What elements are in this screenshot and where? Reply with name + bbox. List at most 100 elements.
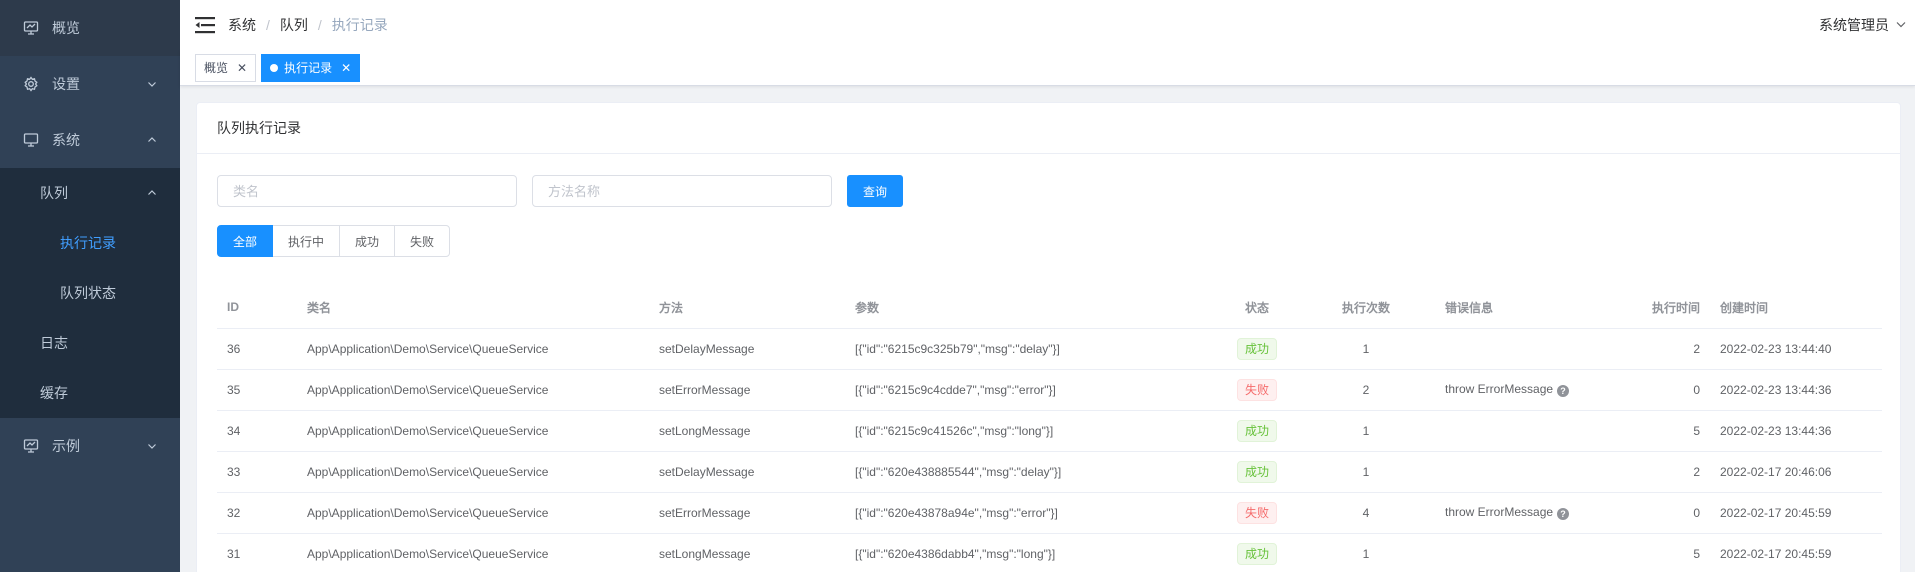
- method-name-input[interactable]: [532, 175, 832, 207]
- cell-class-name: App\Application\Demo\Service\QueueServic…: [297, 328, 649, 370]
- cell-exec-time: 5: [1585, 533, 1710, 572]
- tag-label: 概览: [204, 61, 229, 75]
- close-icon[interactable]: ✕: [237, 61, 247, 75]
- status-badge: 成功: [1236, 460, 1277, 483]
- cell-status: 成功: [1217, 328, 1297, 370]
- status-filter-group: 全部 执行中 成功 失败: [217, 225, 451, 257]
- cell-created-time: 2022-02-23 13:44:36: [1710, 369, 1882, 411]
- cell-class-name: App\Application\Demo\Service\QueueServic…: [297, 492, 649, 534]
- cell-status: 失败: [1217, 492, 1297, 534]
- column-header: 类名: [297, 287, 649, 329]
- sidebar-item-queue[interactable]: 队列: [0, 168, 180, 218]
- cell-id: 36: [217, 328, 297, 370]
- chevron-down-icon: [146, 440, 158, 452]
- cell-class-name: App\Application\Demo\Service\QueueServic…: [297, 451, 649, 493]
- tag-label: 执行记录: [284, 61, 333, 75]
- records-table: ID 类名 方法 参数 状态 执行次数 错误信息 执行时间 创建时间 36 App…: [217, 287, 1882, 572]
- chevron-up-icon: [146, 134, 158, 146]
- table-row: 36 App\Application\Demo\Service\QueueServ…: [217, 328, 1882, 370]
- cell-method: setLongMessage: [649, 533, 845, 572]
- sidebar-item-settings[interactable]: 设置: [0, 56, 180, 112]
- table-row: 35 App\Application\Demo\Service\QueueServ…: [217, 369, 1882, 411]
- sidebar-item-label: 队列: [40, 185, 68, 201]
- cell-exec-count: 1: [1297, 533, 1435, 572]
- question-icon[interactable]: ?: [1557, 508, 1570, 520]
- column-header: 状态: [1217, 287, 1297, 329]
- sidebar-item-logs[interactable]: 日志: [0, 318, 180, 368]
- sidebar-item-label: 系统: [52, 132, 80, 148]
- user-menu[interactable]: 系统管理员: [1819, 0, 1907, 50]
- cell-exec-count: 4: [1297, 492, 1435, 534]
- status-badge: 成功: [1236, 337, 1277, 360]
- cell-class-name: App\Application\Demo\Service\QueueServic…: [297, 369, 649, 411]
- filter-failed[interactable]: 失败: [394, 225, 451, 257]
- sidebar-item-system[interactable]: 系统: [0, 112, 180, 168]
- cell-class-name: App\Application\Demo\Service\QueueServic…: [297, 410, 649, 452]
- sidebar-item-queue-status[interactable]: 队列状态: [0, 268, 180, 318]
- sidebar-item-exec-records[interactable]: 执行记录: [0, 218, 180, 268]
- breadcrumb-current: 执行记录: [331, 17, 388, 33]
- sidebar-item-label: 概览: [52, 20, 80, 36]
- sidebar-item-label: 设置: [52, 76, 80, 92]
- sidebar: 概览 设置 系统 队列 执行记录 队列状态 日志 缓存 示例: [0, 0, 180, 572]
- cell-params: [{"id":"6215c9c325b79","msg":"delay"}]: [845, 328, 1217, 370]
- sidebar-item-examples[interactable]: 示例: [0, 418, 180, 474]
- cell-created-time: 2022-02-17 20:46:06: [1710, 451, 1882, 493]
- cell-exec-time: 2: [1585, 328, 1710, 370]
- filter-all[interactable]: 全部: [217, 225, 274, 257]
- menu-fold-icon[interactable]: [194, 14, 216, 36]
- cell-exec-time: 2: [1585, 451, 1710, 493]
- cell-id: 31: [217, 533, 297, 572]
- sidebar-item-label: 日志: [40, 335, 68, 351]
- cell-exec-time: 0: [1585, 369, 1710, 411]
- column-header: 方法: [649, 287, 845, 329]
- sidebar-item-overview[interactable]: 概览: [0, 0, 180, 56]
- sidebar-item-label: 缓存: [40, 385, 68, 401]
- cell-params: [{"id":"6215c9c4cdde7","msg":"error"}]: [845, 369, 1217, 411]
- sidebar-item-cache[interactable]: 缓存: [0, 368, 180, 418]
- tags-view: 概览 ✕ 执行记录 ✕: [180, 50, 1915, 86]
- cell-params: [{"id":"6215c9c41526c","msg":"long"}]: [845, 410, 1217, 452]
- column-header: 创建时间: [1710, 287, 1882, 329]
- cell-status: 成功: [1217, 533, 1297, 572]
- tag-overview[interactable]: 概览 ✕: [195, 53, 257, 82]
- cell-method: setErrorMessage: [649, 369, 845, 411]
- filter-success[interactable]: 成功: [339, 225, 396, 257]
- question-icon[interactable]: ?: [1557, 385, 1570, 397]
- cell-params: [{"id":"620e438885544","msg":"delay"}]: [845, 451, 1217, 493]
- cell-created-time: 2022-02-17 20:45:59: [1710, 533, 1882, 572]
- table-header-row: ID 类名 方法 参数 状态 执行次数 错误信息 执行时间 创建时间: [217, 287, 1882, 329]
- class-name-input[interactable]: [217, 175, 517, 207]
- sidebar-submenu-system: 队列 执行记录 队列状态 日志 缓存: [0, 168, 180, 418]
- cell-id: 33: [217, 451, 297, 493]
- chevron-down-icon: [146, 78, 158, 90]
- filter-running[interactable]: 执行中: [272, 225, 341, 257]
- table-row: 32 App\Application\Demo\Service\QueueServ…: [217, 492, 1882, 534]
- status-badge: 成功: [1236, 542, 1277, 565]
- search-button[interactable]: 查询: [847, 175, 904, 207]
- cell-exec-count: 1: [1297, 328, 1435, 370]
- search-form: 查询: [217, 175, 904, 207]
- cell-method: setDelayMessage: [649, 328, 845, 370]
- cell-created-time: 2022-02-23 13:44:36: [1710, 410, 1882, 452]
- tag-exec-records[interactable]: 执行记录 ✕: [261, 53, 361, 82]
- cell-exec-time: 0: [1585, 492, 1710, 534]
- status-badge: 成功: [1236, 419, 1277, 442]
- monitor-icon: [22, 131, 40, 149]
- screen-icon: [22, 437, 40, 455]
- cell-error: throw ErrorMessage?: [1435, 492, 1585, 534]
- breadcrumb-item[interactable]: 队列: [280, 15, 308, 35]
- cell-params: [{"id":"620e4386dabb4","msg":"long"}]: [845, 533, 1217, 572]
- cell-method: setLongMessage: [649, 410, 845, 452]
- breadcrumb-item[interactable]: 系统: [228, 15, 256, 35]
- sidebar-submenu-queue: 执行记录 队列状态: [0, 218, 180, 318]
- cell-error: throw ErrorMessage?: [1435, 369, 1585, 411]
- cell-exec-count: 2: [1297, 369, 1435, 411]
- main-area: 系统 / 队列 / 执行记录 系统管理员 概览 ✕ 执行记录 ✕ 队列执行记录 …: [180, 0, 1915, 572]
- breadcrumb: 系统 / 队列 / 执行记录: [228, 15, 388, 35]
- close-icon[interactable]: ✕: [341, 61, 351, 75]
- cell-error: [1435, 328, 1585, 370]
- table-row: 33 App\Application\Demo\Service\QueueServ…: [217, 451, 1882, 493]
- column-header: 执行次数: [1297, 287, 1435, 329]
- sidebar-item-label: 执行记录: [60, 235, 116, 251]
